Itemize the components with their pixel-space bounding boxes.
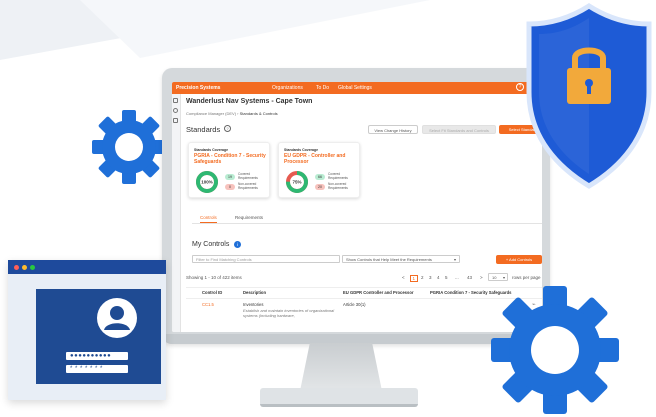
noncovered-label: Non-covered Requirements [238, 182, 258, 190]
settings-icon[interactable] [173, 108, 178, 113]
column-header-description[interactable]: Description [243, 290, 266, 295]
donut-percent: 100% [201, 180, 213, 185]
breadcrumb-standards[interactable]: Standards & Controls [240, 111, 278, 116]
noncovered-count: 20 [315, 184, 325, 190]
chevron-down-icon: ▾ [453, 257, 456, 262]
document-icon[interactable] [173, 118, 178, 123]
coverage-donut: 75% [286, 171, 308, 193]
showing-count: Showing 1 - 10 of 422 items [186, 275, 242, 280]
user-avatar-icon [97, 298, 137, 338]
coverage-card[interactable]: Standards Coverage PGRIA - Condition 7 -… [188, 142, 270, 198]
coverage-donut: 100% [196, 171, 218, 193]
nav-global-settings[interactable]: Global Settings [338, 85, 372, 91]
pagination-page[interactable]: 3 [429, 275, 432, 280]
covered-label: Covered Requirements [328, 172, 348, 180]
pagination-page[interactable]: 2 [421, 275, 424, 280]
login-window [8, 260, 166, 400]
nav-todo[interactable]: To Do [316, 85, 329, 91]
window-titlebar [8, 260, 166, 274]
covered-count: 19 [225, 174, 235, 180]
per-page-select[interactable]: 10 ▾ [488, 273, 508, 281]
card-label: Standards Coverage [194, 148, 229, 152]
show-controls-value: Show Controls that Help Meet the Require… [346, 257, 432, 262]
shield-icon [526, 3, 652, 189]
pin-field[interactable]: * * * * * * * [66, 365, 128, 373]
nav-organizations[interactable]: Organizations [272, 85, 303, 91]
row-desc-text: Establish and maintain inventories of or… [243, 308, 335, 318]
noncovered-label: Non-covered Requirements [328, 182, 348, 190]
select-fit-button[interactable]: Select Fit Standards and Controls [422, 125, 496, 134]
column-header-control-id[interactable]: Control ID [202, 290, 222, 295]
maximize-dot-icon[interactable] [30, 265, 35, 270]
per-page-label: rows per page [512, 275, 541, 280]
home-icon[interactable] [173, 98, 178, 103]
view-history-button[interactable]: View Change History [368, 125, 418, 134]
filter-controls-input[interactable]: Filter to Find Matching Controls [192, 255, 340, 263]
minimize-dot-icon[interactable] [22, 265, 27, 270]
pagination-ellipsis: ... [455, 275, 459, 280]
pagination-page[interactable]: 43 [467, 275, 472, 280]
donut-percent: 75% [292, 180, 301, 185]
chevron-down-icon: ▾ [502, 275, 505, 280]
covered-count: 66 [315, 174, 325, 180]
controls-info-icon[interactable]: i [234, 241, 241, 248]
pagination-page[interactable]: 5 [445, 275, 448, 280]
covered-label: Covered Requirements [238, 172, 258, 180]
row-gdpr: Article 30(1) [343, 302, 366, 307]
tab-requirements[interactable]: Requirements [235, 215, 263, 220]
close-dot-icon[interactable] [14, 265, 19, 270]
sidebar [172, 94, 181, 332]
monitor-base [260, 388, 418, 407]
noncovered-count: 0 [225, 184, 235, 190]
monitor-stand [300, 343, 382, 391]
card-title: PGRIA - Condition 7 - Security Safeguard… [194, 153, 266, 165]
card-label: Standards Coverage [284, 148, 319, 152]
help-icon[interactable]: ? [516, 83, 524, 91]
breadcrumb: Compliance Manager (DEV) › Standards & C… [186, 111, 278, 116]
password-field[interactable]: ●●●●●●●●●● [66, 352, 128, 360]
column-header-gdpr[interactable]: EU GDPR Controller and Processor [343, 290, 414, 295]
gear-icon [491, 286, 619, 414]
org-title: Wanderlust Nav Systems - Cape Town [186, 98, 313, 105]
info-icon[interactable]: ? [224, 125, 231, 132]
tabs-divider [192, 223, 542, 224]
tab-controls[interactable]: Controls [200, 215, 217, 223]
card-title: EU GDPR - Controller and Processor [284, 153, 346, 165]
controls-title: My Controls [192, 241, 230, 248]
pagination-page[interactable]: 1 [410, 275, 418, 282]
brand-logo[interactable]: Precision Systems [176, 85, 220, 91]
show-controls-dropdown[interactable]: Show Controls that Help Meet the Require… [342, 255, 460, 263]
pagination-prev[interactable]: < [402, 275, 405, 280]
gear-icon [92, 110, 166, 184]
breadcrumb-compliance[interactable]: Compliance Manager (DEV) [186, 111, 236, 116]
app-screen: Precision Systems Organizations To Do Gl… [172, 82, 542, 332]
pagination-page[interactable]: 4 [437, 275, 440, 280]
per-page-value: 10 [492, 275, 497, 280]
add-controls-button[interactable]: + Add Controls [496, 255, 542, 264]
row-control-id[interactable]: CC1.5 [202, 302, 214, 307]
app-header: Precision Systems Organizations To Do Gl… [172, 82, 542, 94]
coverage-card[interactable]: Standards Coverage EU GDPR - Controller … [278, 142, 360, 198]
pagination-next[interactable]: > [480, 275, 483, 280]
row-desc-title: Inventories [243, 302, 264, 307]
section-title: Standards [186, 125, 221, 134]
